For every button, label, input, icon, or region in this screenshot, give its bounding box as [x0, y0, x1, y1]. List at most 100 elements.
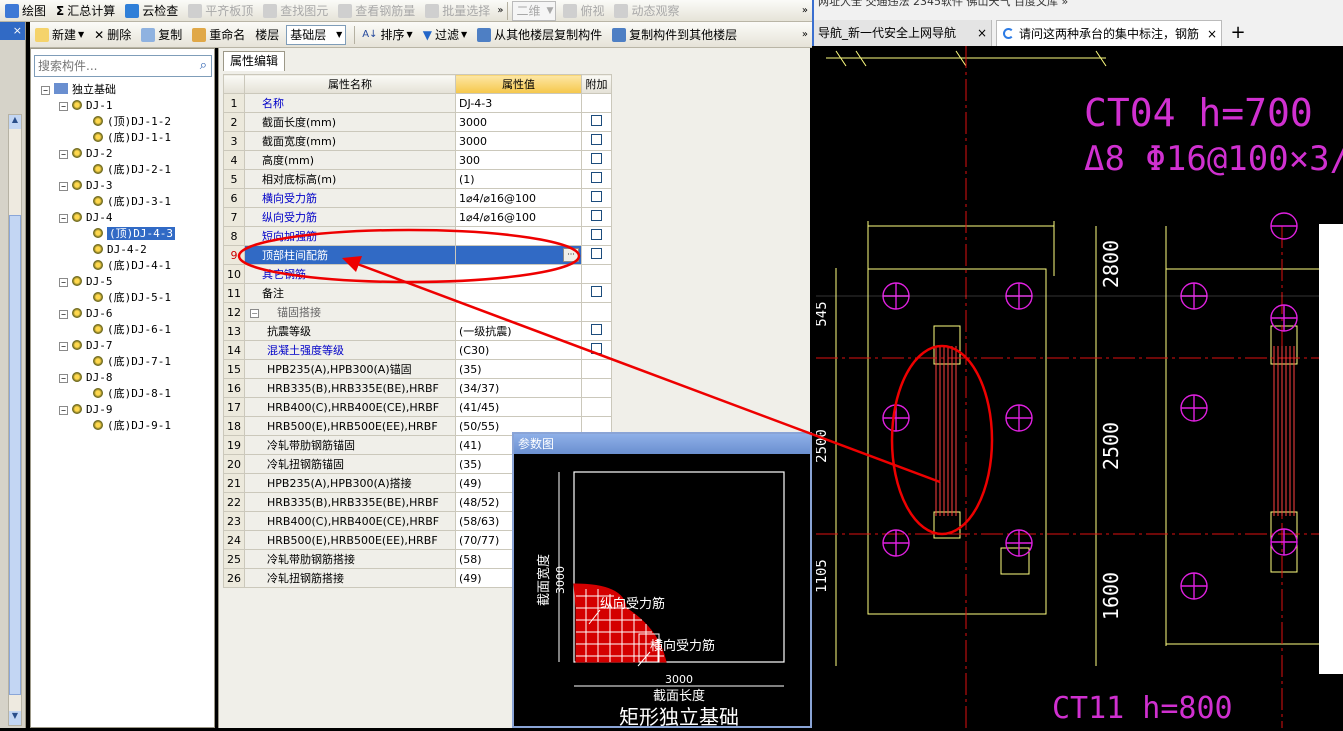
table-row[interactable]: 10 其它钢筋 — [223, 264, 612, 284]
extra-checkbox[interactable] — [591, 324, 602, 335]
overflow-icon[interactable]: » — [802, 29, 808, 40]
extra-cell[interactable] — [581, 93, 612, 113]
property-name-cell[interactable]: HRB335(B),HRB335E(BE),HRBF — [244, 378, 456, 398]
property-value-cell[interactable]: 300 — [455, 150, 582, 170]
cloud-check-button[interactable]: 云检查 — [122, 1, 181, 21]
extra-checkbox[interactable] — [591, 134, 602, 145]
extra-cell[interactable] — [581, 169, 612, 189]
property-value-cell[interactable]: (C30) — [455, 340, 582, 360]
tree-group[interactable]: − DJ-9 — [59, 403, 113, 417]
scroll-up-icon[interactable]: ▲ — [9, 115, 21, 129]
collapse-icon[interactable]: − — [59, 182, 68, 191]
property-value-cell[interactable] — [455, 283, 582, 303]
collapse-icon[interactable]: − — [59, 406, 68, 415]
delete-button[interactable]: ✕ 删除 — [91, 25, 134, 45]
table-row[interactable]: 7 纵向受力筋 1⌀4/⌀16@100 — [223, 207, 612, 227]
extra-checkbox[interactable] — [591, 191, 602, 202]
extra-cell[interactable] — [581, 378, 612, 398]
extra-cell[interactable] — [581, 264, 612, 284]
extra-checkbox[interactable] — [591, 248, 602, 259]
scroll-down-icon[interactable]: ▼ — [9, 711, 21, 725]
extra-checkbox[interactable] — [591, 229, 602, 240]
tree-group[interactable]: − DJ-8 — [59, 371, 113, 385]
property-name-cell[interactable]: 相对底标高(m) — [244, 169, 456, 189]
tree-item[interactable]: DJ-4-2 — [93, 243, 147, 257]
overflow-icon[interactable]: » — [802, 5, 808, 16]
collapse-icon[interactable]: − — [59, 102, 68, 111]
ellipsis-button[interactable]: ··· — [563, 248, 579, 262]
extra-cell[interactable] — [581, 245, 612, 265]
tab-property-edit[interactable]: 属性编辑 — [223, 51, 286, 71]
tree-item[interactable]: (底)DJ-4-1 — [93, 259, 171, 273]
extra-checkbox[interactable] — [591, 153, 602, 164]
tree-group[interactable]: − DJ-1 — [59, 99, 113, 113]
parameter-figure-title[interactable]: 参数图 — [514, 434, 810, 454]
table-row[interactable]: 13 抗震等级 (一级抗震) — [223, 321, 612, 341]
extra-checkbox[interactable] — [591, 210, 602, 221]
property-name-cell[interactable]: 名称 — [244, 93, 456, 113]
scroll-thumb[interactable] — [9, 215, 21, 695]
align-slab-top-button[interactable]: 平齐板顶 — [185, 1, 256, 21]
extra-checkbox[interactable] — [591, 286, 602, 297]
cad-drawing-canvas[interactable]: CT04 h=700 Δ8 Φ16@100×3/Φ 2800 2500 1600… — [814, 46, 1343, 728]
extra-cell[interactable] — [581, 302, 612, 322]
collapse-icon[interactable]: − — [59, 278, 68, 287]
table-row[interactable]: 12− 锚固搭接 — [223, 302, 612, 322]
property-value-cell[interactable]: (1) — [455, 169, 582, 189]
property-name-cell[interactable]: 冷轧带肋钢筋锚固 — [244, 435, 456, 455]
table-row[interactable]: 5 相对底标高(m) (1) — [223, 169, 612, 189]
property-name-cell[interactable]: HPB235(A),HPB300(A)搭接 — [244, 473, 456, 493]
tree-group[interactable]: − DJ-4 — [59, 211, 113, 225]
extra-cell[interactable] — [581, 397, 612, 417]
tree-group[interactable]: − DJ-2 — [59, 147, 113, 161]
collapse-icon[interactable]: − — [41, 86, 50, 95]
copy-to-floor-button[interactable]: 复制构件到其他楼层 — [609, 25, 740, 45]
property-value-cell[interactable]: DJ-4-3 — [455, 93, 582, 113]
browser-tab-1[interactable]: 导航_新一代安全上网导航 × — [814, 20, 992, 46]
extra-cell[interactable] — [581, 150, 612, 170]
rename-button[interactable]: 重命名 — [189, 25, 248, 45]
batch-select-button[interactable]: 批量选择 — [422, 1, 493, 21]
new-tab-button[interactable]: + — [1226, 20, 1250, 46]
table-row[interactable]: 1 名称 DJ-4-3 — [223, 93, 612, 113]
property-name-cell[interactable]: 混凝土强度等级 — [244, 340, 456, 360]
tree-group[interactable]: − DJ-3 — [59, 179, 113, 193]
property-value-cell[interactable]: (一级抗震) — [455, 321, 582, 341]
extra-checkbox[interactable] — [591, 115, 602, 126]
property-name-cell[interactable]: HRB400(C),HRB400E(CE),HRBF — [244, 511, 456, 531]
property-value-cell[interactable]: (34/37) — [455, 378, 582, 398]
column-header-extra[interactable]: 附加 — [581, 74, 612, 94]
property-name-cell[interactable]: 冷轧扭钢筋锚固 — [244, 454, 456, 474]
property-name-cell[interactable]: 截面长度(mm) — [244, 112, 456, 132]
extra-cell[interactable] — [581, 340, 612, 360]
extra-cell[interactable] — [581, 188, 612, 208]
property-value-cell[interactable]: 3000 — [455, 131, 582, 151]
collapse-icon[interactable]: − — [250, 309, 259, 318]
floor-select[interactable]: 基础层 ▼ — [286, 24, 347, 45]
property-value-cell[interactable]: 3000 — [455, 112, 582, 132]
find-element-button[interactable]: 查找图元 — [260, 1, 331, 21]
close-icon[interactable]: × — [977, 20, 987, 46]
tree-root[interactable]: − 独立基础 — [41, 83, 116, 97]
property-name-cell[interactable]: HRB335(B),HRB335E(BE),HRBF — [244, 492, 456, 512]
extra-checkbox[interactable] — [591, 172, 602, 183]
overflow-icon[interactable]: » — [497, 5, 503, 16]
property-name-cell[interactable]: − 锚固搭接 — [244, 302, 456, 322]
extra-cell[interactable] — [581, 321, 612, 341]
extra-cell[interactable] — [581, 283, 612, 303]
close-icon[interactable]: × — [1204, 21, 1217, 46]
table-row[interactable]: 14 混凝土强度等级 (C30) — [223, 340, 612, 360]
collapse-icon[interactable]: − — [59, 150, 68, 159]
collapse-icon[interactable]: − — [59, 342, 68, 351]
property-name-cell[interactable]: 冷轧带肋钢筋搭接 — [244, 549, 456, 569]
property-value-cell[interactable]: 1⌀4/⌀16@100 — [455, 207, 582, 227]
copy-from-floor-button[interactable]: 从其他楼层复制构件 — [474, 25, 605, 45]
property-name-cell[interactable]: 备注 — [244, 283, 456, 303]
table-row[interactable]: 2 截面长度(mm) 3000 — [223, 112, 612, 132]
property-name-cell[interactable]: 冷轧扭钢筋搭接 — [244, 568, 456, 588]
table-row[interactable]: 11 备注 — [223, 283, 612, 303]
summary-calc-button[interactable]: Σ 汇总计算 — [53, 1, 118, 21]
tree-group[interactable]: − DJ-7 — [59, 339, 113, 353]
tree-group[interactable]: − DJ-6 — [59, 307, 113, 321]
copy-button[interactable]: 复制 — [138, 25, 185, 45]
